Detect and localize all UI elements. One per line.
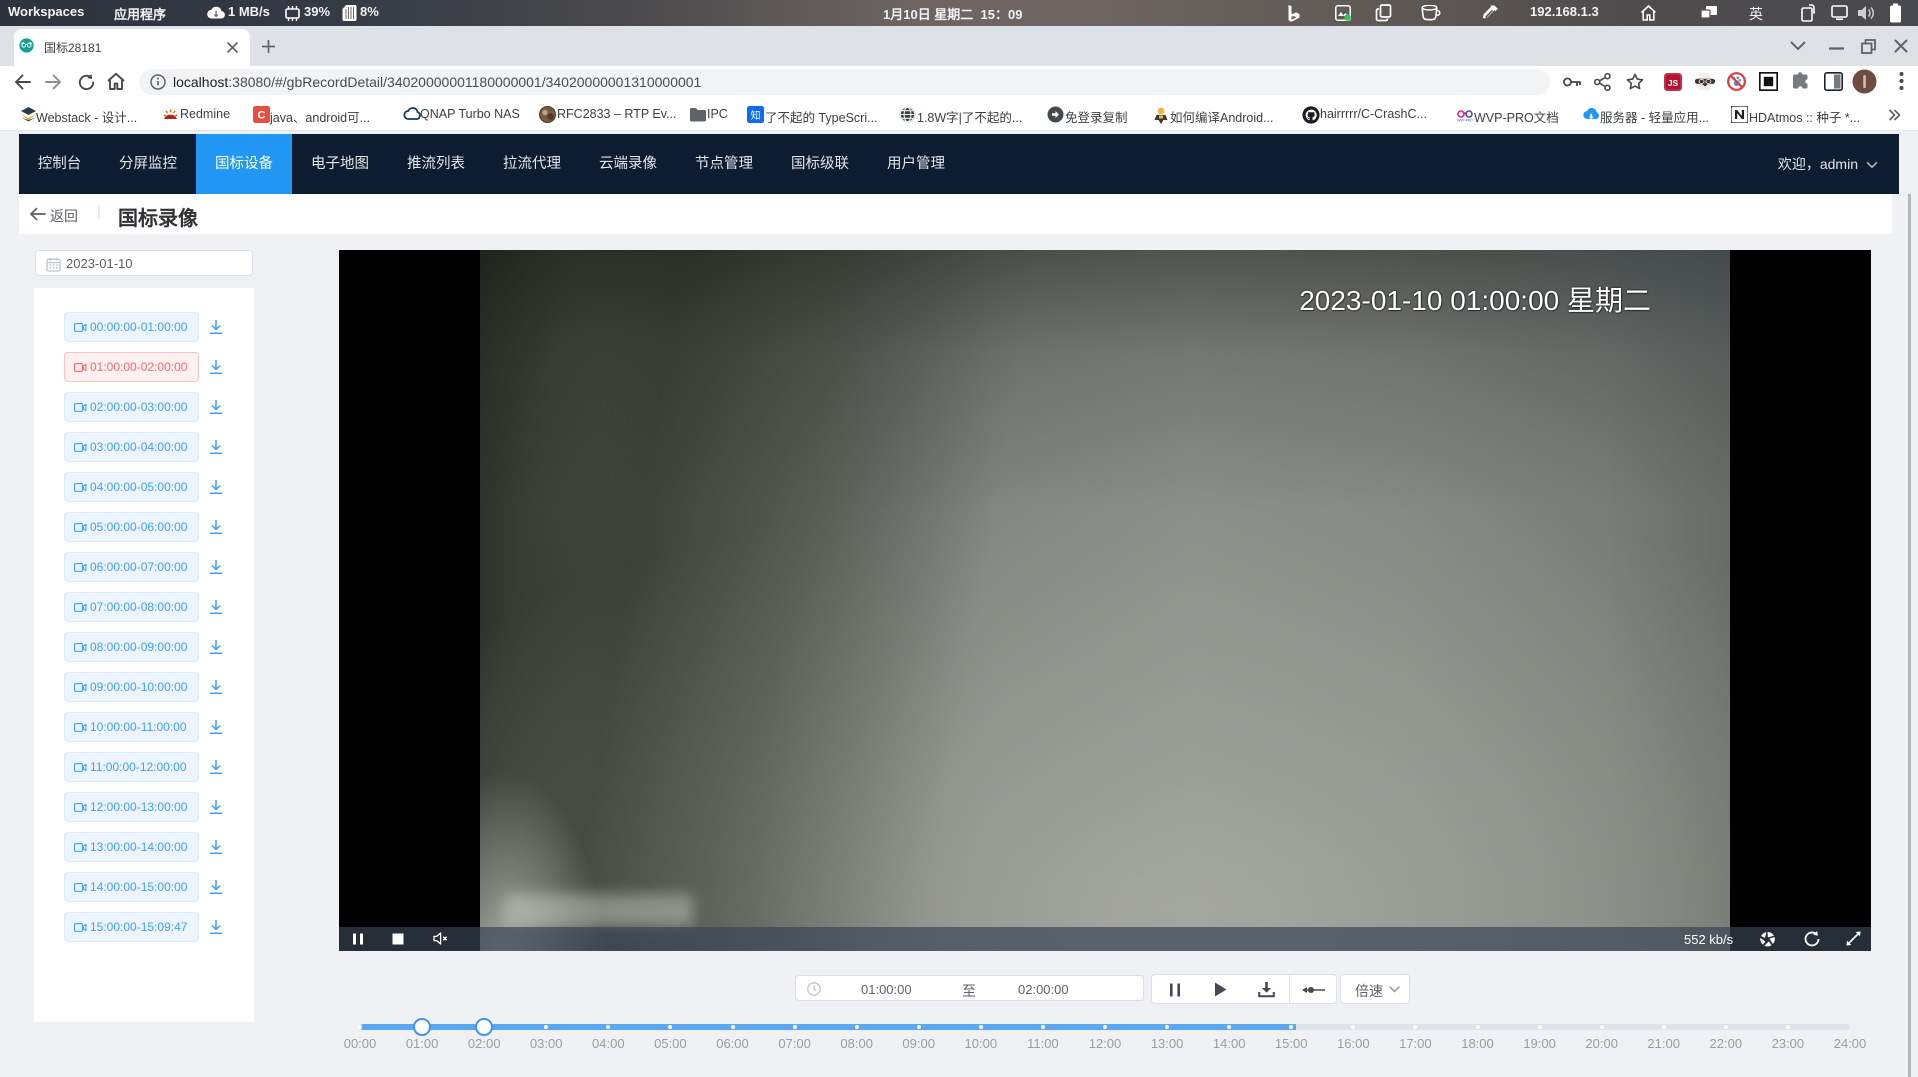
svg-text:WVP-PRO: WVP-PRO	[1457, 119, 1473, 123]
svg-text:知: 知	[751, 109, 761, 122]
svg-text:C: C	[258, 110, 266, 122]
svg-text:JS: JS	[1668, 78, 1679, 88]
